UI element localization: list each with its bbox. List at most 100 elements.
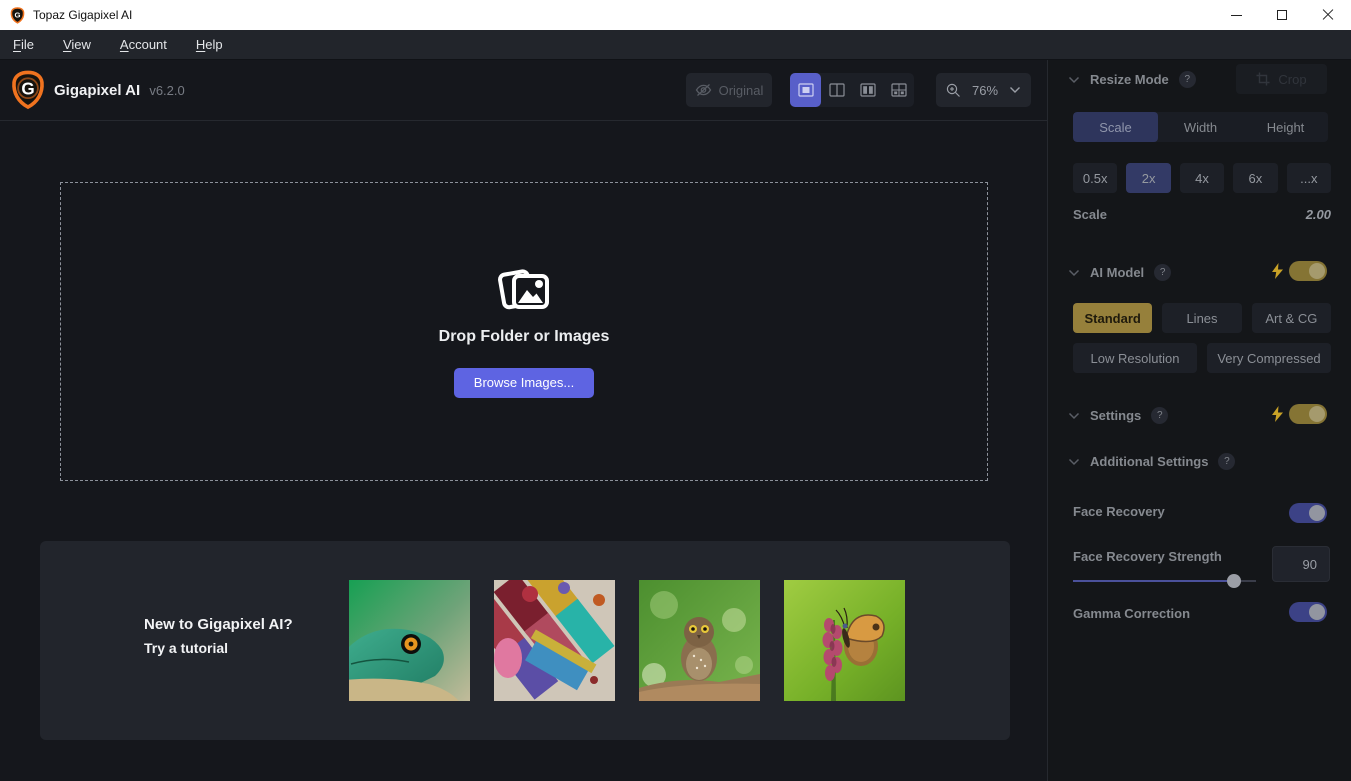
- resize-mode-header[interactable]: Resize Mode ?: [1068, 71, 1196, 88]
- svg-text:G: G: [21, 80, 34, 99]
- gamma-correction-toggle[interactable]: [1289, 602, 1327, 622]
- preset-custom[interactable]: ...x: [1286, 163, 1332, 193]
- settings-help-icon[interactable]: ?: [1151, 407, 1169, 424]
- side-by-side-view-icon: [859, 83, 876, 97]
- minimize-icon: [1230, 14, 1242, 16]
- ai-model-auto-toggle[interactable]: [1289, 261, 1327, 281]
- images-stack-icon: [498, 268, 549, 309]
- menu-bar: File View Account Help: [0, 30, 1351, 60]
- auto-bolt-icon: [1272, 406, 1283, 422]
- view-side-by-side-button[interactable]: [852, 73, 883, 107]
- face-recovery-strength-slider[interactable]: [1073, 574, 1256, 588]
- tutorial-thumbnails: [349, 580, 905, 701]
- view-single-button[interactable]: [790, 73, 821, 107]
- tutorial-thumbnail-paintbrushes[interactable]: [494, 580, 615, 701]
- browse-images-button[interactable]: Browse Images...: [454, 367, 594, 398]
- split-view-icon: [828, 83, 845, 97]
- chevron-down-icon: [1068, 76, 1080, 83]
- eye-slash-icon: [695, 84, 711, 96]
- menu-account[interactable]: Account: [120, 37, 167, 52]
- window-title: Topaz Gigapixel AI: [33, 8, 133, 22]
- toggle-knob: [1309, 604, 1325, 620]
- additional-settings-title: Additional Settings: [1090, 454, 1209, 469]
- tutorial-thumbnail-butterfly[interactable]: [784, 580, 905, 701]
- scale-value-row: Scale 2.00: [1073, 207, 1331, 222]
- lizard-image: [349, 580, 470, 701]
- resize-mode-title: Resize Mode: [1090, 72, 1169, 87]
- model-low-resolution-button[interactable]: Low Resolution: [1073, 343, 1197, 373]
- chevron-down-icon: [1068, 412, 1080, 419]
- minimize-button[interactable]: [1213, 0, 1259, 30]
- quad-view-icon: [890, 83, 907, 97]
- single-view-icon: [797, 83, 814, 97]
- slider-thumb[interactable]: [1227, 574, 1242, 588]
- crop-label: Crop: [1278, 71, 1307, 87]
- chevron-down-icon: [1068, 269, 1080, 276]
- chevron-down-icon: [1010, 87, 1020, 93]
- tutorial-thumbnail-owl[interactable]: [639, 580, 760, 701]
- tab-width[interactable]: Width: [1158, 112, 1243, 142]
- tab-height[interactable]: Height: [1243, 112, 1328, 142]
- maximize-button[interactable]: [1259, 0, 1305, 30]
- view-split-button[interactable]: [821, 73, 852, 107]
- preset-6x[interactable]: 6x: [1233, 163, 1278, 193]
- ai-model-row-1: Standard Lines Art & CG: [1073, 303, 1331, 333]
- tab-scale[interactable]: Scale: [1073, 112, 1158, 142]
- model-standard-button[interactable]: Standard: [1073, 303, 1153, 333]
- additional-settings-header[interactable]: Additional Settings ?: [1068, 453, 1236, 470]
- scale-label: Scale: [1073, 207, 1107, 222]
- tutorial-panel: New to Gigapixel AI? Try a tutorial: [40, 541, 1010, 740]
- face-recovery-strength-label: Face Recovery Strength: [1073, 549, 1222, 564]
- original-preview-button[interactable]: Original: [686, 73, 772, 107]
- title-bar: G Topaz Gigapixel AI: [0, 0, 1351, 30]
- original-label: Original: [718, 82, 764, 98]
- ai-model-help-icon[interactable]: ?: [1154, 264, 1172, 281]
- view-quad-button[interactable]: [883, 73, 914, 107]
- settings-title: Settings: [1090, 408, 1142, 423]
- additional-settings-help-icon[interactable]: ?: [1218, 453, 1236, 470]
- tutorial-thumbnail-lizard[interactable]: [349, 580, 470, 701]
- slider-fill: [1073, 580, 1235, 582]
- menu-view[interactable]: View: [63, 37, 91, 52]
- toggle-knob: [1309, 263, 1325, 279]
- maximize-icon: [1277, 10, 1287, 20]
- drop-zone[interactable]: Drop Folder or Images Browse Images...: [60, 182, 988, 481]
- face-recovery-toggle[interactable]: [1289, 503, 1327, 523]
- ai-model-title: AI Model: [1090, 265, 1145, 280]
- tutorial-subheading: Try a tutorial: [144, 640, 229, 656]
- drop-zone-title: Drop Folder or Images: [438, 327, 610, 345]
- resize-tabs: Scale Width Height: [1073, 112, 1328, 142]
- close-button[interactable]: [1305, 0, 1351, 30]
- gigapixel-logo-icon: G: [12, 70, 44, 110]
- owl-image: [639, 580, 760, 701]
- resize-mode-help-icon[interactable]: ?: [1178, 71, 1196, 88]
- preset-0-5x[interactable]: 0.5x: [1073, 163, 1118, 193]
- settings-auto-toggle[interactable]: [1289, 404, 1327, 424]
- zoom-value: 76%: [971, 82, 999, 98]
- crop-button[interactable]: Crop: [1236, 64, 1327, 94]
- face-recovery-label: Face Recovery: [1073, 504, 1165, 519]
- tutorial-heading: New to Gigapixel AI?: [144, 616, 293, 633]
- main-area: G Gigapixel AI v6.2.0 Original 76% Drop …: [0, 60, 1047, 781]
- model-very-compressed-button[interactable]: Very Compressed: [1207, 343, 1331, 373]
- settings-sidebar: Resize Mode ? Crop Scale Width Height 0.…: [1047, 60, 1351, 781]
- gamma-correction-label: Gamma Correction: [1073, 606, 1191, 621]
- scale-value[interactable]: 2.00: [1306, 207, 1331, 222]
- chevron-down-icon: [1068, 458, 1080, 465]
- preset-2x[interactable]: 2x: [1126, 163, 1171, 193]
- model-art-cg-button[interactable]: Art & CG: [1251, 303, 1331, 333]
- view-mode-group: [790, 73, 914, 107]
- app-window: G Topaz Gigapixel AI File View Account H…: [0, 0, 1351, 781]
- menu-file[interactable]: File: [13, 37, 34, 52]
- menu-help[interactable]: Help: [196, 37, 223, 52]
- zoom-control[interactable]: 76%: [936, 73, 1031, 107]
- face-recovery-strength-row: Face Recovery Strength: [1073, 548, 1222, 566]
- face-recovery-strength-input[interactable]: [1272, 546, 1330, 582]
- ai-model-header[interactable]: AI Model ?: [1068, 264, 1172, 281]
- settings-header[interactable]: Settings ?: [1068, 407, 1169, 424]
- app-logo-icon: G: [10, 6, 25, 24]
- preset-4x[interactable]: 4x: [1179, 163, 1225, 193]
- zoom-in-icon: [946, 83, 960, 97]
- model-lines-button[interactable]: Lines: [1162, 303, 1242, 333]
- toggle-knob: [1309, 406, 1325, 422]
